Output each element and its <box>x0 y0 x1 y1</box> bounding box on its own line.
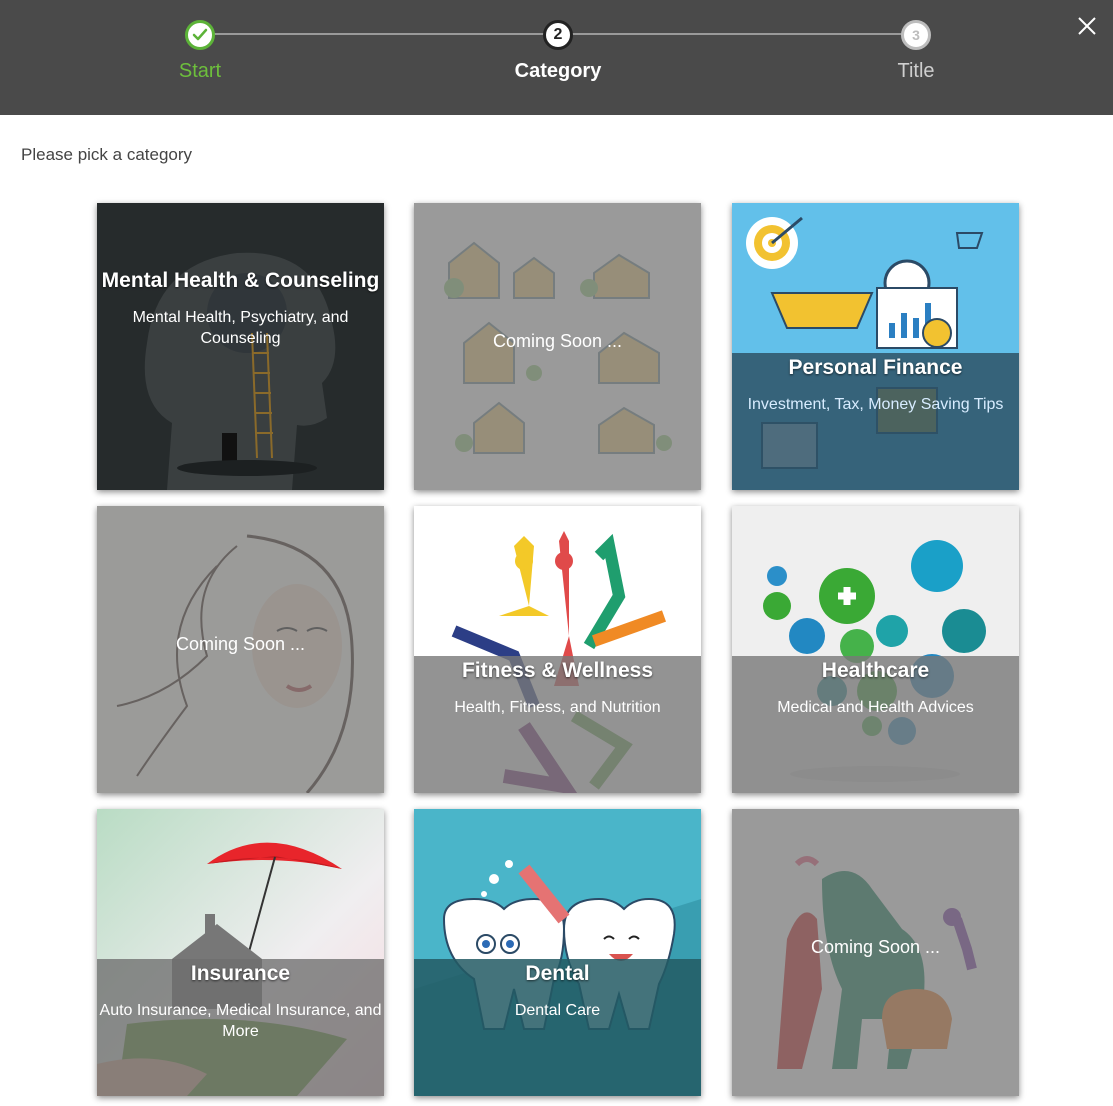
category-tile-coming-soon[interactable]: Coming Soon ... <box>97 506 384 793</box>
page-prompt: Please pick a category <box>21 145 193 164</box>
tile-subtitle: Investment, Tax, Money Saving Tips <box>747 396 1004 413</box>
step-connector <box>214 33 544 35</box>
category-tile-mental-health[interactable]: Mental Health & Counseling Mental Health… <box>97 203 384 490</box>
category-tile-insurance[interactable]: Insurance Auto Insurance, Medical Insura… <box>97 809 384 1096</box>
category-tile-fitness-wellness[interactable]: Fitness & Wellness Health, Fitness, and … <box>414 506 701 793</box>
step-number: 2 <box>543 20 573 50</box>
close-icon[interactable] <box>1075 14 1099 38</box>
tile-title: Insurance <box>190 962 291 985</box>
coming-soon-label: Coming Soon ... <box>492 331 623 351</box>
step-connector <box>572 33 902 35</box>
tile-subtitle: Mental Health, Psychiatry, and Counselin… <box>132 309 349 347</box>
category-grid: Mental Health & Counseling Mental Health… <box>97 203 1019 1096</box>
category-tile-personal-finance[interactable]: Personal Finance Investment, Tax, Money … <box>732 203 1019 490</box>
check-icon <box>185 20 215 50</box>
tile-subtitle: Health, Fitness, and Nutrition <box>454 699 661 716</box>
tile-title: Fitness & Wellness <box>461 659 653 682</box>
tile-title: Personal Finance <box>788 356 963 379</box>
coming-soon-label: Coming Soon ... <box>810 937 941 957</box>
category-tile-dental[interactable]: Dental Dental Care <box>414 809 701 1096</box>
tile-title: Dental <box>525 962 590 985</box>
category-tile-coming-soon[interactable]: Coming Soon ... <box>732 809 1019 1096</box>
step-label: Start <box>178 60 222 82</box>
step-label: Title <box>897 60 935 82</box>
step-label: Category <box>514 60 602 82</box>
category-tile-healthcare[interactable]: Healthcare Medical and Health Advices <box>732 506 1019 793</box>
tile-subtitle: Auto Insurance, Medical Insurance, and M… <box>99 1002 382 1040</box>
tile-title: Mental Health & Counseling <box>101 269 380 292</box>
tile-title: Healthcare <box>821 659 930 682</box>
step-number: 3 <box>901 20 931 50</box>
tile-subtitle: Medical and Health Advices <box>777 699 974 716</box>
step-title[interactable]: 3 Title <box>856 20 976 83</box>
step-start[interactable]: Start <box>140 20 260 83</box>
wizard-header: Start 2 Category 3 Title <box>0 0 1113 115</box>
tile-subtitle: Dental Care <box>514 1002 601 1019</box>
coming-soon-label: Coming Soon ... <box>175 634 306 654</box>
category-tile-coming-soon[interactable]: Coming Soon ... <box>414 203 701 490</box>
step-category[interactable]: 2 Category <box>498 20 618 83</box>
